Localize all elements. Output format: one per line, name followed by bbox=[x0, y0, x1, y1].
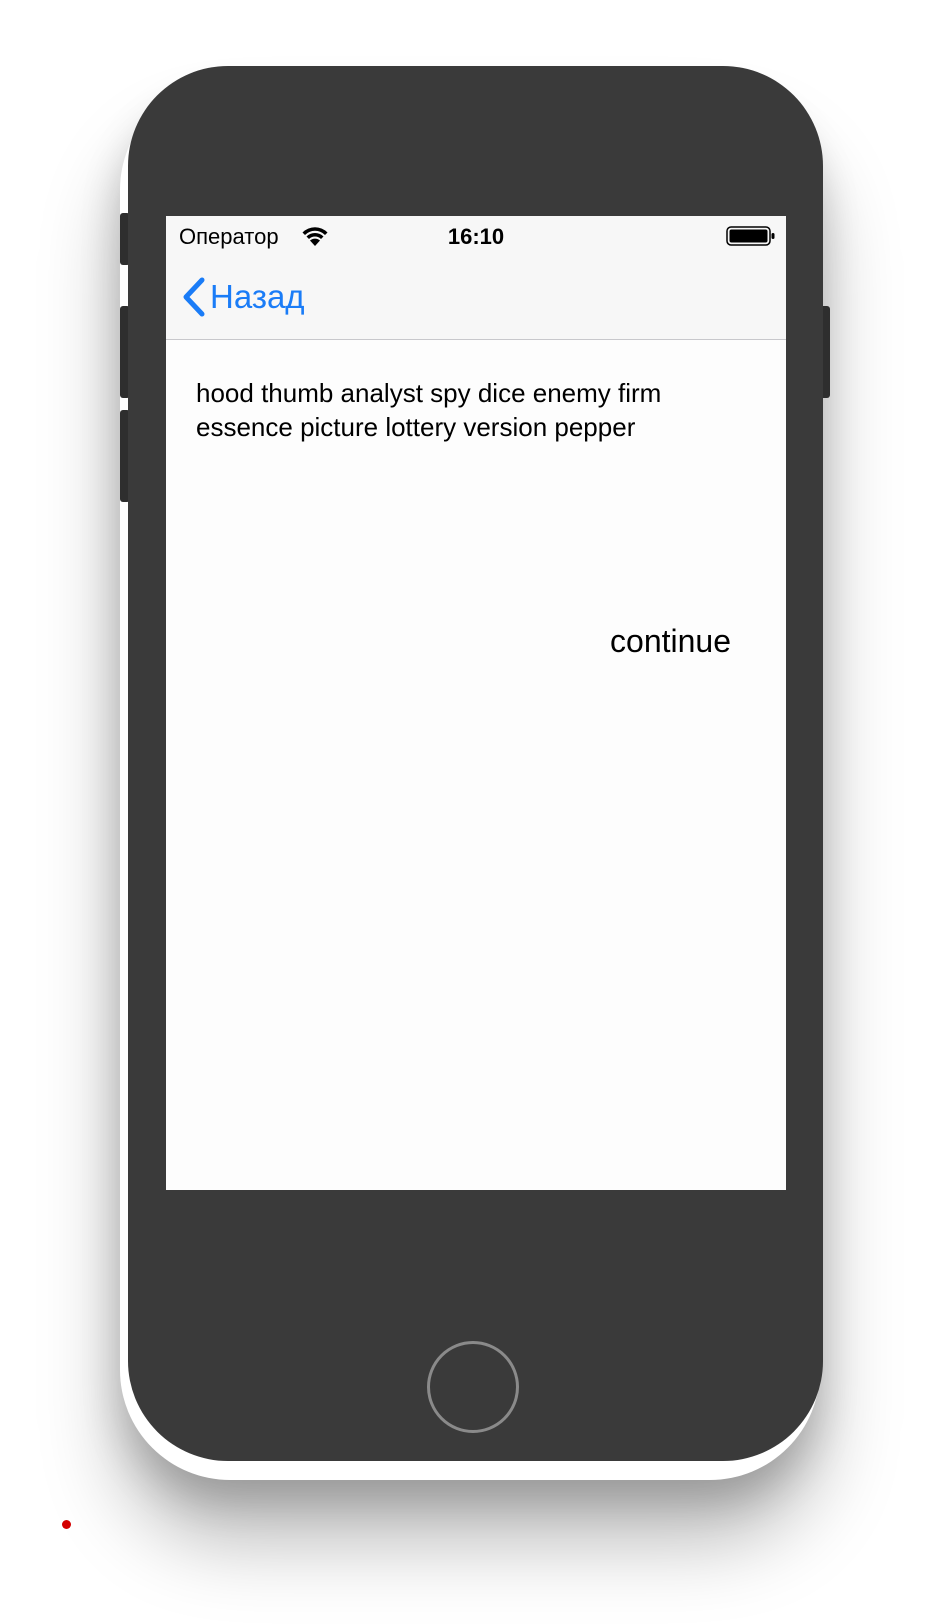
simulator-stage: Оператор 16:10 Назад hood thumb analyst … bbox=[0, 0, 950, 1624]
status-time: 16:10 bbox=[447, 224, 505, 249]
mnemonic-phrase: hood thumb analyst spy dice enemy firm e… bbox=[196, 378, 662, 442]
device-screen: Оператор 16:10 Назад hood thumb analyst … bbox=[166, 216, 786, 1190]
chevron-left-icon bbox=[180, 276, 206, 318]
red-dot-marker bbox=[62, 1520, 71, 1529]
back-button-label: Назад bbox=[210, 278, 305, 315]
back-button[interactable]: Назад bbox=[180, 274, 305, 320]
battery-full-icon bbox=[726, 226, 776, 246]
navigation-bar: Назад bbox=[166, 256, 786, 340]
main-content: hood thumb analyst spy dice enemy firm e… bbox=[166, 340, 786, 1190]
continue-button[interactable]: continue bbox=[610, 623, 731, 660]
status-bar: Оператор 16:10 bbox=[166, 216, 786, 256]
home-button[interactable] bbox=[427, 1341, 519, 1433]
